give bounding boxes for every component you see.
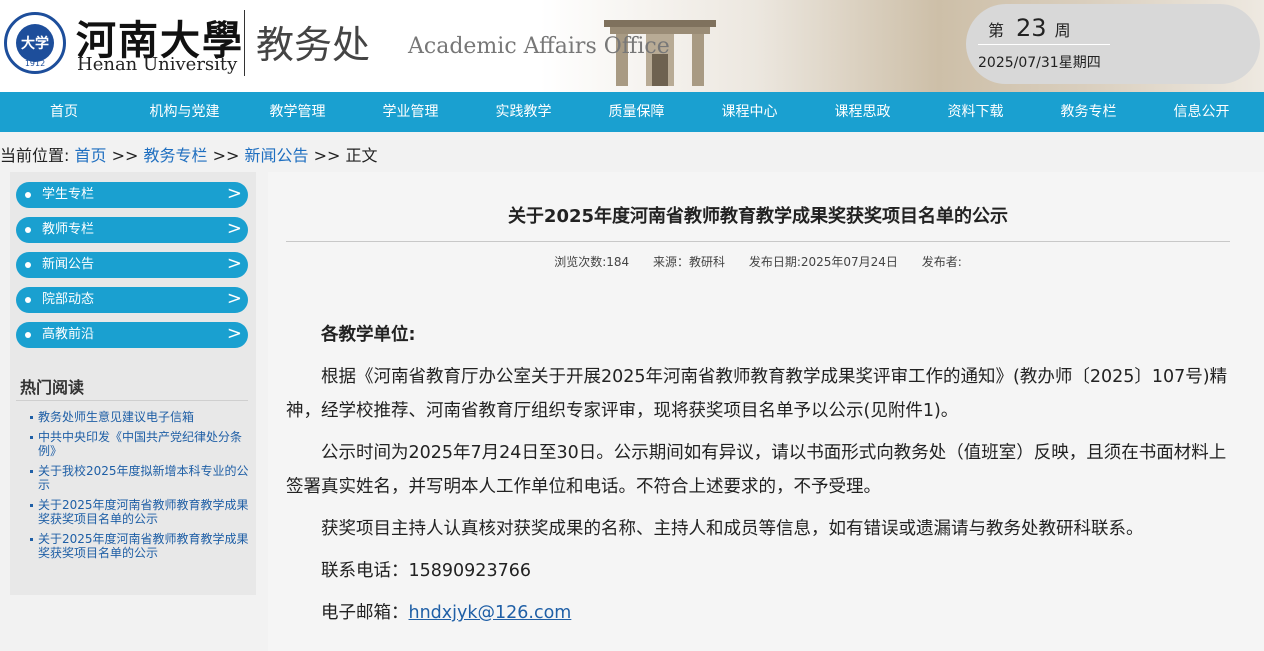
sidebar-item-teacher[interactable]: 教师专栏 >: [16, 217, 248, 243]
article-source: 来源：教研科: [652, 255, 725, 269]
nav-item-academic-management[interactable]: 学业管理: [354, 92, 467, 132]
breadcrumb-home-link[interactable]: 首页: [75, 146, 107, 165]
dept-name-en: Academic Affairs Office: [408, 34, 670, 59]
week-number: 23: [1016, 14, 1047, 42]
nav-item-info-disclosure[interactable]: 信息公开: [1145, 92, 1258, 132]
main-nav: 首页 机构与党建 教学管理 学业管理 实践教学 质量保障 课程中心 课程思政 资…: [0, 92, 1264, 132]
breadcrumb-current: 正文: [345, 146, 378, 165]
bullet-icon: [25, 262, 31, 268]
chevron-right-icon: >: [226, 253, 242, 274]
breadcrumb-column-link[interactable]: 教务专栏: [144, 146, 208, 165]
article-panel: 关于2025年度河南省教师教育教学成果奖获奖项目名单的公示 浏览次数:184 来…: [268, 172, 1264, 651]
week-indicator: 第 23 周 2025/07/31星期四: [966, 4, 1260, 84]
email-link[interactable]: hndxjyk@126.com: [409, 603, 572, 623]
hot-reading-divider: [16, 400, 248, 401]
sidebar-menu: 学生专栏 > 教师专栏 > 新闻公告 > 院部动态 > 高教前沿 >: [16, 182, 248, 357]
site-header: 大学 1912 河南大學 Henan University 教务处 Academ…: [0, 0, 1264, 92]
hot-reading-list: 教务处师生意见建议电子信箱 中共中央印发《中国共产党纪律处分条例》 关于我校20…: [30, 410, 250, 566]
header-divider: [244, 10, 245, 76]
hot-reading-title: 热门阅读: [20, 378, 85, 397]
bullet-icon: [25, 227, 31, 233]
article-salutation: 各教学单位:: [321, 325, 416, 345]
nav-item-teaching-management[interactable]: 教学管理: [241, 92, 354, 132]
article-paragraph: 获奖项目主持人认真核对获奖成果的名称、主持人和成员等信息，如有错误或遗漏请与教务…: [321, 519, 1144, 539]
nav-item-organization[interactable]: 机构与党建: [128, 92, 241, 132]
sidebar-item-news[interactable]: 新闻公告 >: [16, 252, 248, 278]
chevron-right-icon: >: [226, 323, 242, 344]
breadcrumb: 当前位置: 首页 >> 教务专栏 >> 新闻公告 >> 正文: [0, 146, 378, 165]
article-body: 各教学单位: 根据《河南省教育厅办公室关于开展2025年河南省教师教育教学成果奖…: [286, 318, 1230, 638]
bullet-icon: [25, 332, 31, 338]
nav-item-home[interactable]: 首页: [0, 92, 128, 132]
hot-reading-item[interactable]: 教务处师生意见建议电子信箱: [30, 410, 250, 424]
university-logo[interactable]: 大学 1912: [4, 12, 66, 74]
article-paragraph: 根据《河南省教育厅办公室关于开展2025年河南省教师教育教学成果奖评审工作的通知…: [286, 367, 1228, 421]
nav-item-quality-assurance[interactable]: 质量保障: [580, 92, 693, 132]
hot-reading-item[interactable]: 中共中央印发《中国共产党纪律处分条例》: [30, 430, 250, 458]
chevron-right-icon: >: [226, 183, 242, 204]
article-divider: [286, 241, 1230, 242]
chevron-right-icon: >: [226, 288, 242, 309]
current-date: 2025/07/31星期四: [978, 55, 1101, 71]
bullet-icon: [25, 297, 31, 303]
breadcrumb-section-link[interactable]: 新闻公告: [245, 146, 309, 165]
article-meta: 浏览次数:184 来源：教研科 发布日期:2025年07月24日 发布者:: [268, 253, 1248, 270]
chevron-right-icon: >: [226, 218, 242, 239]
contact-email: 电子邮箱：hndxjyk@126.com: [321, 603, 572, 623]
sidebar-item-higher-ed-frontier[interactable]: 高教前沿 >: [16, 322, 248, 348]
school-name-en: Henan University: [77, 54, 238, 75]
sidebar: 学生专栏 > 教师专栏 > 新闻公告 > 院部动态 > 高教前沿 > 热门阅读 …: [10, 172, 256, 595]
nav-item-practice-teaching[interactable]: 实践教学: [467, 92, 580, 132]
view-count: 浏览次数:184: [554, 255, 630, 269]
nav-item-academic-column[interactable]: 教务专栏: [1032, 92, 1145, 132]
hot-reading-item[interactable]: 关于2025年度河南省教师教育教学成果奖获奖项目名单的公示: [30, 532, 250, 560]
sidebar-item-department-news[interactable]: 院部动态 >: [16, 287, 248, 313]
nav-item-downloads[interactable]: 资料下载: [919, 92, 1032, 132]
hot-reading-item[interactable]: 关于2025年度河南省教师教育教学成果奖获奖项目名单的公示: [30, 498, 250, 526]
publisher: 发布者:: [921, 255, 962, 269]
publish-date: 发布日期:2025年07月24日: [748, 255, 898, 269]
hot-reading-item[interactable]: 关于我校2025年度拟新增本科专业的公示: [30, 464, 250, 492]
dept-name-cn: 教务处: [256, 23, 371, 67]
sidebar-item-student[interactable]: 学生专栏 >: [16, 182, 248, 208]
contact-phone: 联系电话：15890923766: [321, 561, 531, 581]
nav-item-course-ideology[interactable]: 课程思政: [806, 92, 919, 132]
article-title: 关于2025年度河南省教师教育教学成果奖获奖项目名单的公示: [507, 206, 1009, 227]
bullet-icon: [25, 192, 31, 198]
nav-item-course-center[interactable]: 课程中心: [693, 92, 806, 132]
article-paragraph: 公示时间为2025年7月24日至30日。公示期间如有异议，请以书面形式向教务处（…: [286, 443, 1227, 497]
